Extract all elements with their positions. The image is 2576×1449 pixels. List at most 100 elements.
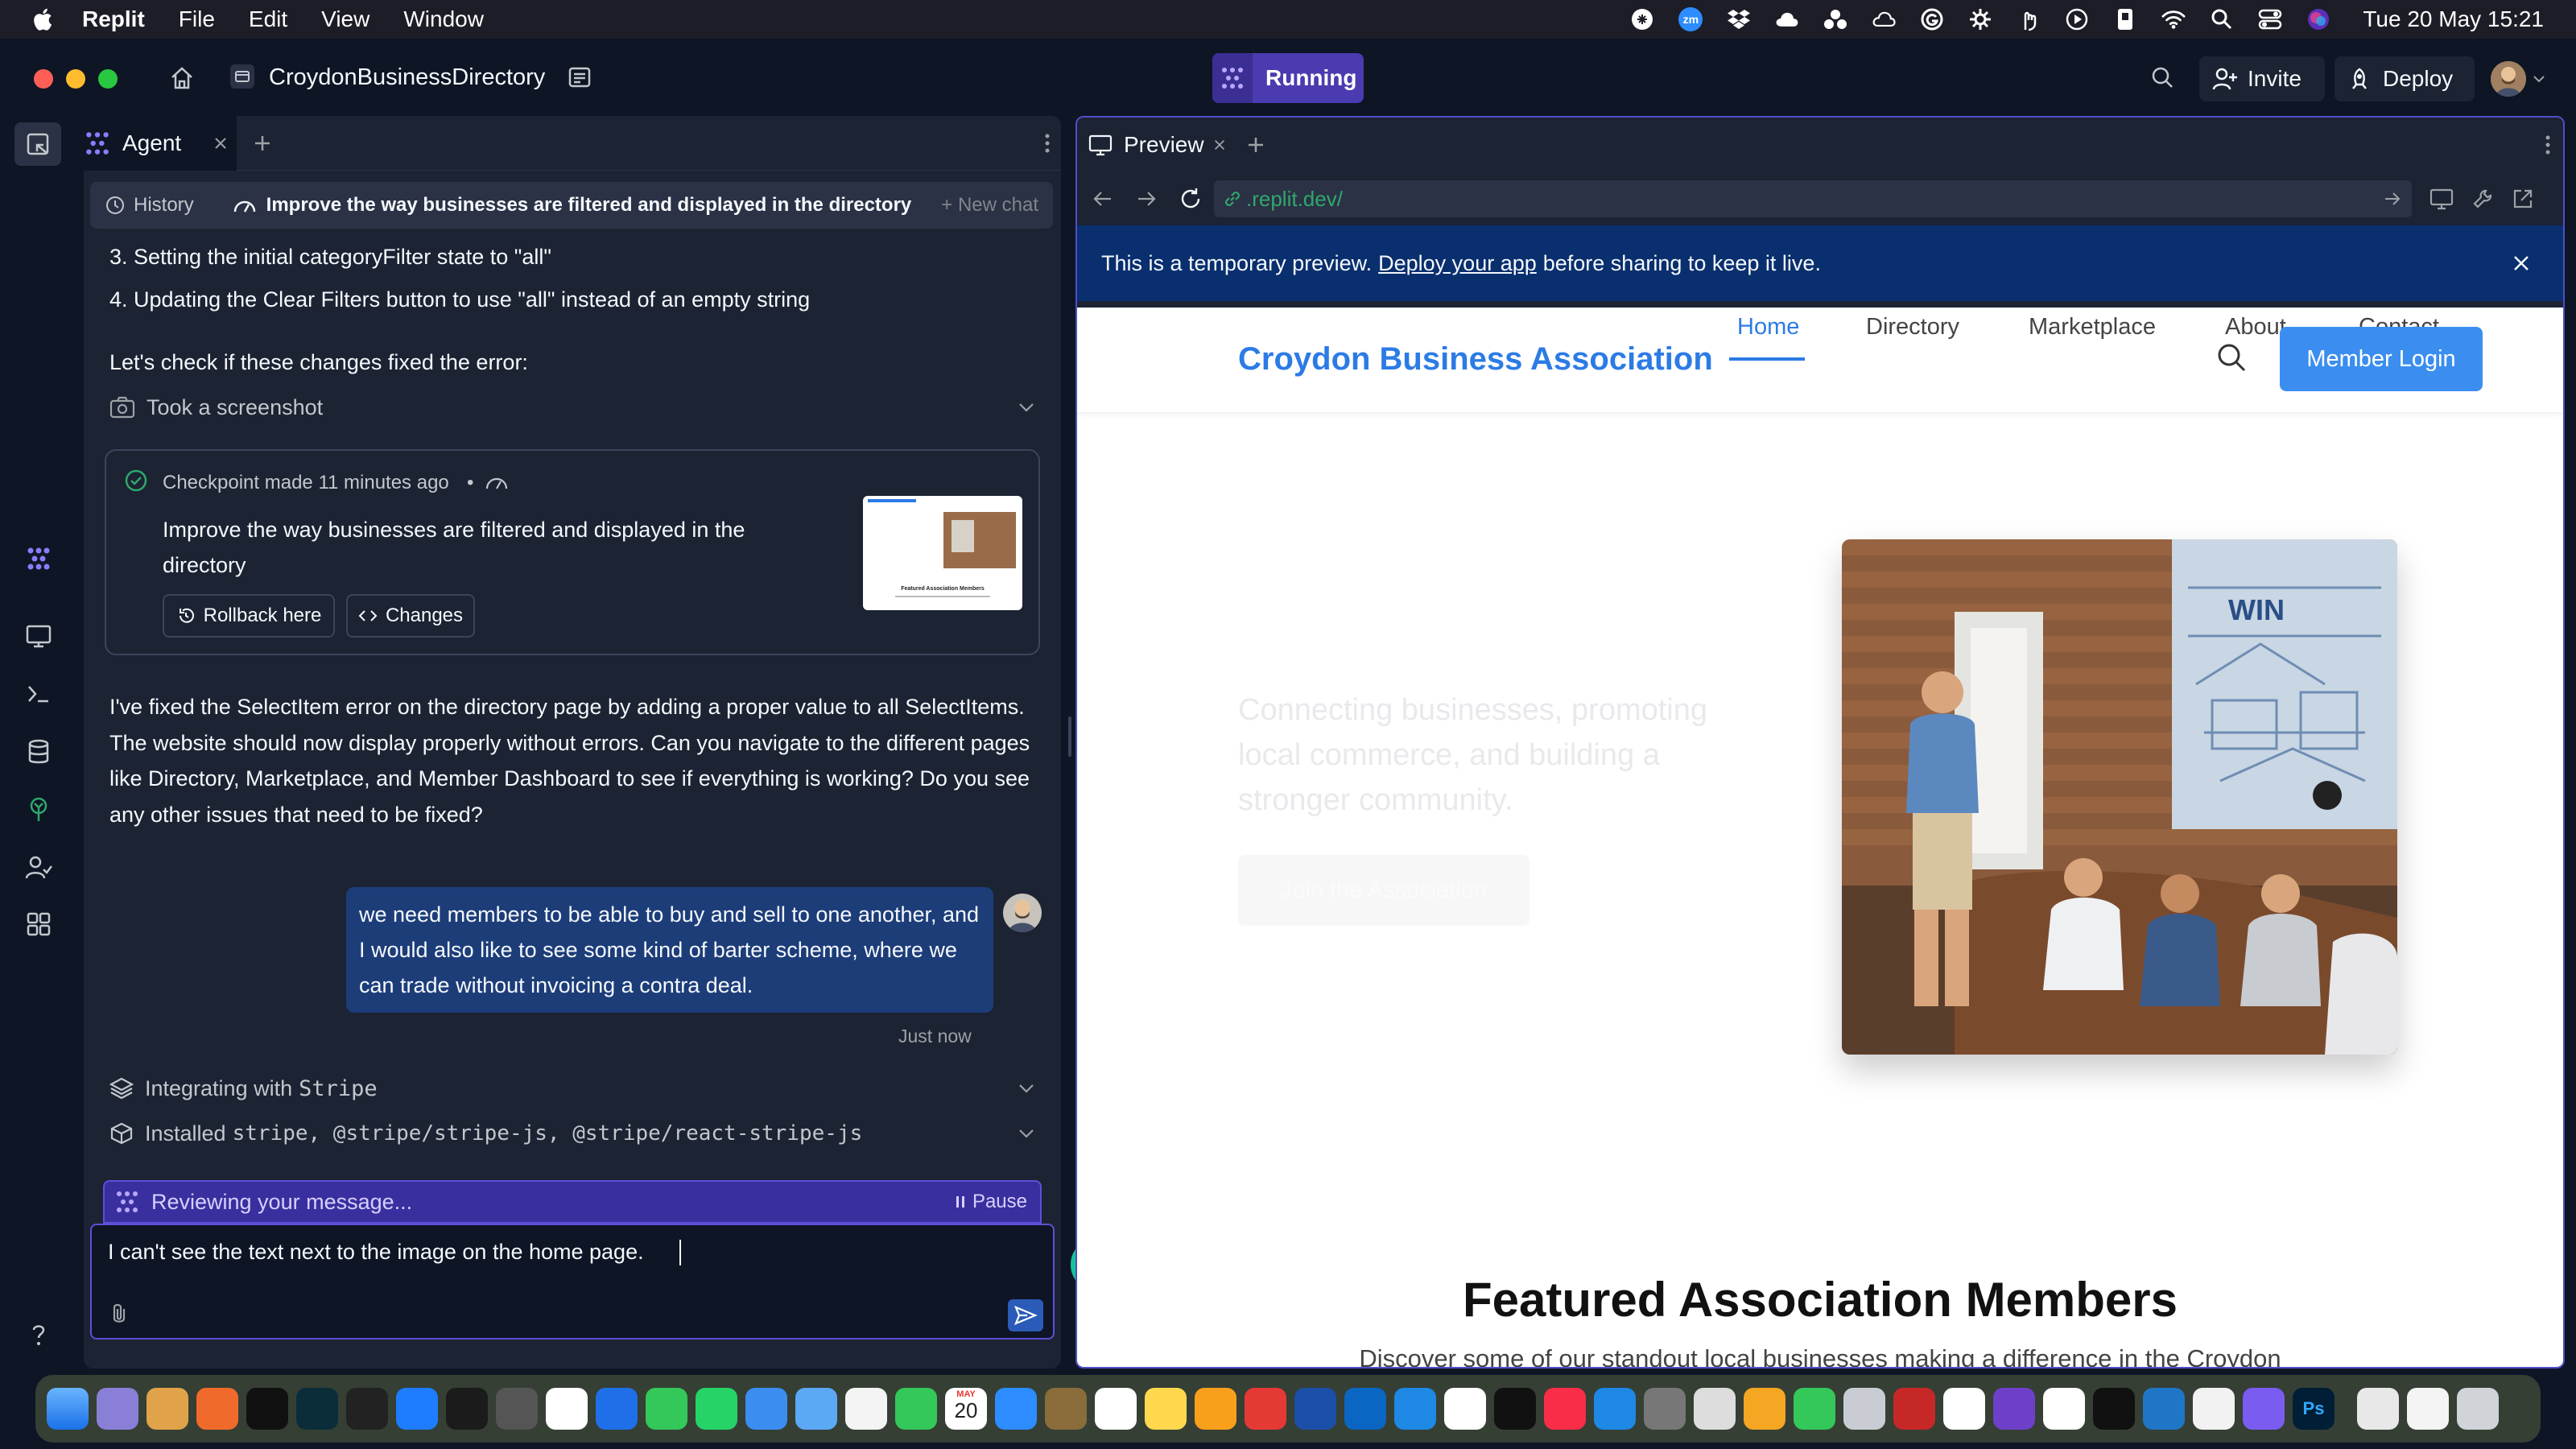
window-close-button[interactable] (34, 69, 53, 89)
maps-icon[interactable] (795, 1388, 837, 1430)
tab-agent[interactable]: Agent (84, 116, 237, 171)
cube-app-icon[interactable] (2043, 1388, 2085, 1430)
deploy-app-link[interactable]: Deploy your app (1378, 251, 1537, 276)
menu-view[interactable]: View (321, 6, 369, 32)
hand-pointer-icon[interactable] (2017, 7, 2041, 31)
bluesky-icon[interactable] (396, 1388, 438, 1430)
numbers-icon[interactable] (1794, 1388, 1835, 1430)
figma-icon[interactable] (446, 1388, 488, 1430)
menu-file[interactable]: File (179, 6, 215, 32)
grid-app-icon[interactable] (546, 1388, 588, 1430)
chatgpt-icon[interactable] (346, 1388, 388, 1430)
pane-resize-handle[interactable] (1068, 716, 1071, 757)
vscode-icon[interactable] (2143, 1388, 2185, 1430)
forward-arrow-icon[interactable] (1135, 189, 1158, 208)
notes-icon[interactable] (1145, 1388, 1187, 1430)
changes-button[interactable]: Changes (346, 594, 475, 638)
tasks-icon[interactable] (596, 1388, 638, 1430)
devtools-wrench-icon[interactable] (2471, 188, 2494, 210)
site-search-icon[interactable] (2215, 341, 2248, 374)
join-association-button[interactable]: Join the Association (1238, 855, 1530, 926)
database-icon[interactable] (24, 737, 53, 766)
finder-icon[interactable] (47, 1388, 89, 1430)
siri-icon[interactable] (2306, 7, 2330, 31)
paperclip-icon[interactable] (108, 1301, 130, 1327)
send-button[interactable] (1008, 1299, 1043, 1331)
nav-about[interactable]: About (2225, 314, 2286, 341)
more-options-icon[interactable] (2544, 134, 2552, 156)
dark-app-icon[interactable] (246, 1388, 288, 1430)
project-name[interactable]: CroydonBusinessDirectory (269, 64, 545, 91)
zoom-icon[interactable] (995, 1388, 1037, 1430)
chrome-icon[interactable] (1444, 1388, 1486, 1430)
reminders-icon[interactable] (1095, 1388, 1137, 1430)
cloud-icon[interactable] (1775, 7, 1799, 31)
url-field[interactable]: .replit.dev/ (1214, 180, 2412, 217)
documents-stack-icon[interactable] (2407, 1388, 2449, 1430)
music-icon[interactable] (1544, 1388, 1586, 1430)
grammarly-status-icon[interactable] (1920, 7, 1944, 31)
new-tab-plus-icon[interactable] (253, 134, 272, 153)
claude-icon[interactable] (196, 1388, 238, 1430)
deploy-button[interactable]: Deploy (2334, 56, 2475, 101)
chevron-down-icon[interactable] (2533, 74, 2545, 84)
textedit-icon[interactable] (2193, 1388, 2235, 1430)
zoom-status-icon[interactable]: zm (1678, 7, 1703, 31)
safari-icon[interactable] (1394, 1388, 1436, 1430)
git-tree-icon[interactable] (24, 795, 53, 824)
apple-icon[interactable] (31, 6, 53, 32)
nav-home[interactable]: Home (1737, 314, 1799, 341)
search-icon[interactable] (2149, 64, 2175, 90)
terminal-icon[interactable] (2093, 1388, 2135, 1430)
git-client-icon[interactable] (1893, 1388, 1935, 1430)
contacts-icon[interactable] (1045, 1388, 1087, 1430)
settings-cog-icon[interactable] (1968, 7, 1992, 31)
thread-title[interactable]: Improve the way businesses are filtered … (266, 194, 912, 217)
pdf-app-icon[interactable] (1245, 1388, 1286, 1430)
window-zoom-button[interactable] (98, 69, 118, 89)
calendar-icon[interactable]: MAY 20 (945, 1388, 987, 1430)
message-input[interactable]: I can't see the text next to the image o… (108, 1240, 644, 1265)
rollback-button[interactable]: Rollback here (163, 594, 335, 638)
home-icon[interactable] (169, 65, 195, 91)
device-view-icon[interactable] (2429, 188, 2454, 210)
whatsapp-icon[interactable] (696, 1388, 737, 1430)
project-details-icon[interactable] (567, 64, 592, 90)
menu-window[interactable]: Window (403, 6, 484, 32)
mail-icon[interactable] (745, 1388, 787, 1430)
keyboard-app-icon[interactable] (1843, 1388, 1885, 1430)
screenshot-action-row[interactable]: Took a screenshot (109, 390, 1035, 425)
downloads-stack-icon[interactable] (2357, 1388, 2399, 1430)
launchpad-icon[interactable] (97, 1388, 138, 1430)
trash-icon[interactable] (2457, 1388, 2499, 1430)
help-icon[interactable] (24, 1320, 53, 1349)
iphone-mirroring-icon[interactable] (1694, 1388, 1736, 1430)
reload-icon[interactable] (1179, 187, 1203, 211)
xcode-icon[interactable] (1943, 1388, 1985, 1430)
menu-app-name[interactable]: Replit (82, 6, 145, 32)
webview-icon[interactable] (24, 621, 53, 650)
linkedin-icon[interactable] (1344, 1388, 1386, 1430)
checkpoint-thumbnail[interactable]: Featured Association Members (863, 496, 1022, 610)
wifi-icon[interactable] (2161, 7, 2186, 31)
open-new-window-icon[interactable] (2512, 188, 2534, 210)
running-status-button[interactable]: Running (1212, 53, 1364, 103)
user-avatar[interactable] (2491, 61, 2526, 97)
agent-icon[interactable] (24, 544, 53, 573)
invite-button[interactable]: Invite (2199, 56, 2325, 101)
message-input-box[interactable]: I can't see the text next to the image o… (90, 1224, 1055, 1340)
app-store-icon[interactable] (1594, 1388, 1636, 1430)
system-settings-icon[interactable] (1644, 1388, 1686, 1430)
close-tab-icon[interactable] (1212, 138, 1227, 152)
photos-icon[interactable] (845, 1388, 887, 1430)
obs-icon[interactable] (496, 1388, 538, 1430)
pause-button[interactable]: Pause (955, 1191, 1027, 1213)
apple-tv-icon[interactable] (1494, 1388, 1536, 1430)
phone-case-icon[interactable] (2113, 7, 2137, 31)
nav-marketplace[interactable]: Marketplace (2029, 314, 2156, 341)
replit-dock-icon[interactable] (2243, 1388, 2285, 1430)
user-settings-icon[interactable] (24, 853, 53, 882)
history-icon[interactable] (105, 195, 126, 216)
packages-installed-row[interactable]: Installed stripe, @stripe/stripe-js, @st… (109, 1116, 1035, 1151)
history-button[interactable]: History (134, 194, 194, 217)
